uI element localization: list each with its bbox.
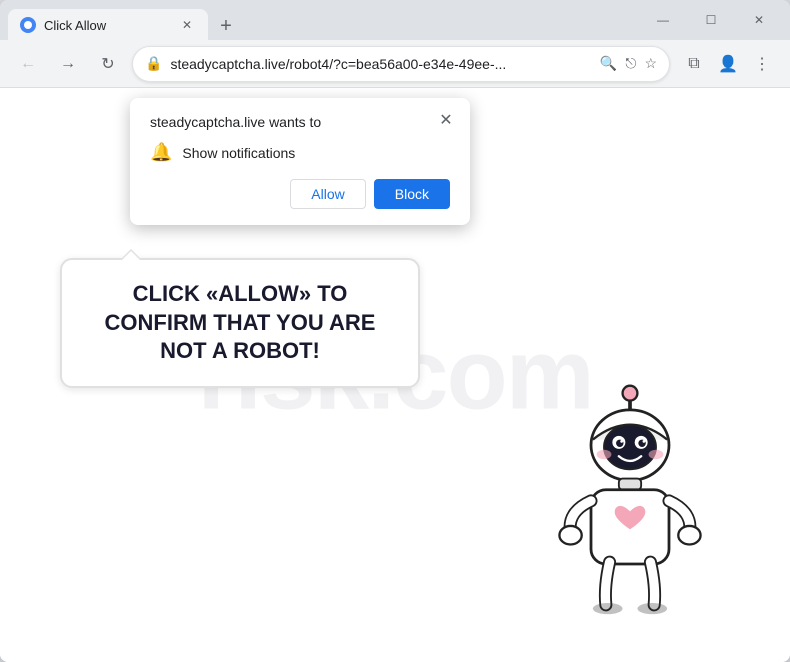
toolbar-icons: ⧉ 👤 ⋮: [678, 48, 778, 80]
window-controls: — ☐ ✕: [640, 4, 782, 36]
allow-button[interactable]: Allow: [290, 179, 365, 209]
share-icon: ⎋: [625, 55, 636, 72]
profile-button[interactable]: 👤: [712, 48, 744, 80]
tab-strip: Click Allow ✕ +: [8, 0, 632, 40]
extensions-button[interactable]: ⧉: [678, 48, 710, 80]
bell-icon: 🔔: [150, 142, 172, 163]
address-bar[interactable]: 🔒 steadycaptcha.live/robot4/?c=bea56a00-…: [132, 46, 670, 82]
tab-favicon: [20, 17, 36, 33]
forward-button[interactable]: →: [52, 48, 84, 80]
block-button[interactable]: Block: [374, 179, 450, 209]
lock-icon: 🔒: [145, 55, 162, 72]
tab-close-button[interactable]: ✕: [178, 16, 196, 34]
notification-popup: ✕ steadycaptcha.live wants to 🔔 Show not…: [130, 98, 470, 225]
notification-text: Show notifications: [182, 145, 295, 161]
back-button[interactable]: ←: [12, 48, 44, 80]
notification-row: 🔔 Show notifications: [150, 142, 450, 163]
menu-button[interactable]: ⋮: [746, 48, 778, 80]
tab-title: Click Allow: [44, 18, 170, 33]
maximize-button[interactable]: ☐: [688, 4, 734, 36]
browser-toolbar: ← → ↻ 🔒 steadycaptcha.live/robot4/?c=bea…: [0, 40, 790, 88]
robot-character: [530, 382, 730, 642]
popup-buttons: Allow Block: [150, 179, 450, 209]
bookmark-icon: ☆: [644, 55, 657, 72]
popup-title: steadycaptcha.live wants to: [150, 114, 450, 130]
active-tab[interactable]: Click Allow ✕: [8, 9, 208, 41]
refresh-button[interactable]: ↻: [92, 48, 124, 80]
speech-bubble: CLICK «ALLOW» TO CONFIRM THAT YOU ARE NO…: [60, 258, 420, 388]
title-bar: Click Allow ✕ + — ☐ ✕: [0, 0, 790, 40]
search-icon: 🔍: [600, 55, 617, 72]
speech-text: CLICK «ALLOW» TO CONFIRM THAT YOU ARE NO…: [86, 280, 394, 366]
browser-window: Click Allow ✕ + — ☐ ✕ ← → ↻ �: [0, 0, 790, 662]
page-content: risk.com ✕ steadycaptcha.live wants to 🔔…: [0, 88, 790, 662]
minimize-button[interactable]: —: [640, 4, 686, 36]
url-text: steadycaptcha.live/robot4/?c=bea56a00-e3…: [170, 56, 591, 72]
new-tab-button[interactable]: +: [212, 12, 240, 40]
popup-close-button[interactable]: ✕: [434, 108, 458, 132]
close-button[interactable]: ✕: [736, 4, 782, 36]
